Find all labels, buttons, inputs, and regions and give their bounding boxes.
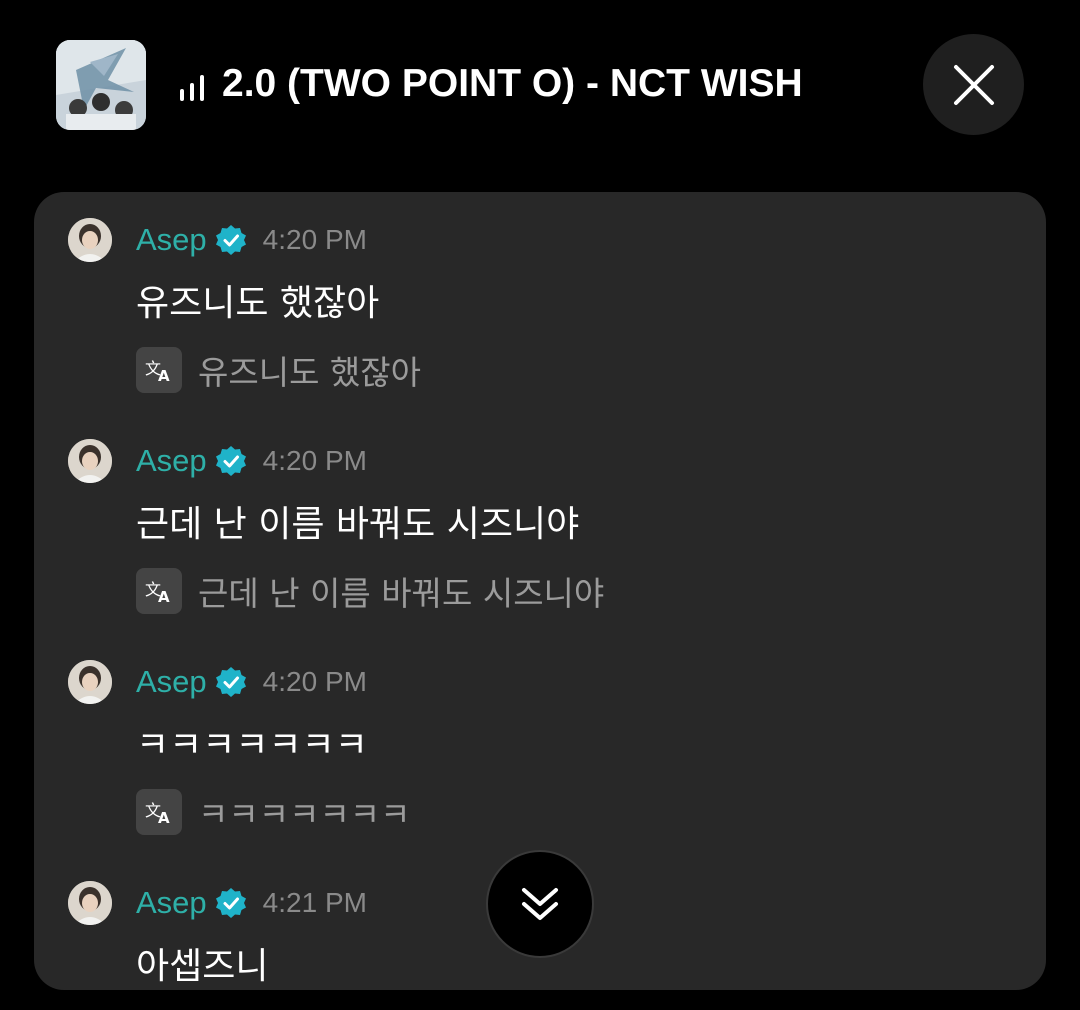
message-text: ㅋㅋㅋㅋㅋㅋㅋ [136, 725, 368, 766]
username[interactable]: Asep [136, 885, 207, 921]
chat-message: Asep 4:20 PM 유즈니도 했잖아 文 A 유즈니도 했잖아 [34, 192, 1046, 413]
message-header: Asep 4:20 PM [136, 660, 367, 704]
translation-text: 유즈니도 했잖아 [198, 353, 422, 392]
double-chevron-down-icon [522, 888, 558, 920]
timestamp: 4:20 PM [262, 445, 367, 476]
message-text: 근데 난 이름 바꿔도 시즈니야 [136, 504, 580, 545]
verified-badge-icon [215, 224, 247, 256]
translation-row: 文 A ㅋㅋㅋㅋㅋㅋㅋ [136, 789, 411, 835]
timestamp: 4:21 PM [262, 887, 367, 918]
translate-icon[interactable]: 文 A [136, 568, 182, 614]
header: 2.0 (TWO POINT O) - NCT WISH [0, 0, 1080, 170]
verified-badge-icon [215, 666, 247, 698]
close-x-icon [953, 64, 994, 105]
username[interactable]: Asep [136, 443, 207, 479]
avatar[interactable] [68, 660, 112, 704]
verified-badge-icon [215, 887, 247, 919]
message-header: Asep 4:20 PM [136, 218, 367, 262]
translate-icon[interactable]: 文 A [136, 789, 182, 835]
username[interactable]: Asep [136, 664, 207, 700]
chat-message: Asep 4:20 PM 근데 난 이름 바꿔도 시즈니야 文 A 근데 난 이… [34, 413, 1046, 634]
timestamp: 4:20 PM [262, 666, 367, 697]
screen: 2.0 (TWO POINT O) - NCT WISH Asep 4:20 P… [0, 0, 1080, 1010]
svg-text:A: A [158, 588, 170, 604]
message-text: 유즈니도 했잖아 [136, 283, 380, 324]
username[interactable]: Asep [136, 222, 207, 258]
avatar[interactable] [68, 439, 112, 483]
song-title: 2.0 (TWO POINT O) - NCT WISH [222, 62, 803, 105]
message-header: Asep 4:20 PM [136, 439, 367, 483]
translation-text: ㅋㅋㅋㅋㅋㅋㅋ [198, 795, 411, 834]
svg-text:A: A [158, 367, 170, 383]
translation-text: 근데 난 이름 바꿔도 시즈니야 [198, 574, 605, 613]
equalizer-bars-icon [180, 75, 204, 101]
message-header: Asep 4:21 PM [136, 881, 367, 925]
scroll-to-bottom-button[interactable] [486, 850, 594, 958]
chat-message: Asep 4:20 PM ㅋㅋㅋㅋㅋㅋㅋ 文 A ㅋㅋㅋㅋㅋㅋㅋ [34, 634, 1046, 855]
album-cover-image[interactable] [56, 40, 146, 130]
avatar[interactable] [68, 218, 112, 262]
timestamp: 4:20 PM [262, 224, 367, 255]
translate-icon[interactable]: 文 A [136, 347, 182, 393]
message-text: 아셉즈니 [136, 946, 269, 987]
avatar[interactable] [68, 881, 112, 925]
close-button[interactable] [923, 34, 1024, 135]
translation-row: 文 A 근데 난 이름 바꿔도 시즈니야 [136, 568, 604, 614]
verified-badge-icon [215, 445, 247, 477]
now-playing: 2.0 (TWO POINT O) - NCT WISH [180, 62, 803, 106]
translation-row: 文 A 유즈니도 했잖아 [136, 347, 421, 393]
svg-text:A: A [158, 809, 170, 825]
